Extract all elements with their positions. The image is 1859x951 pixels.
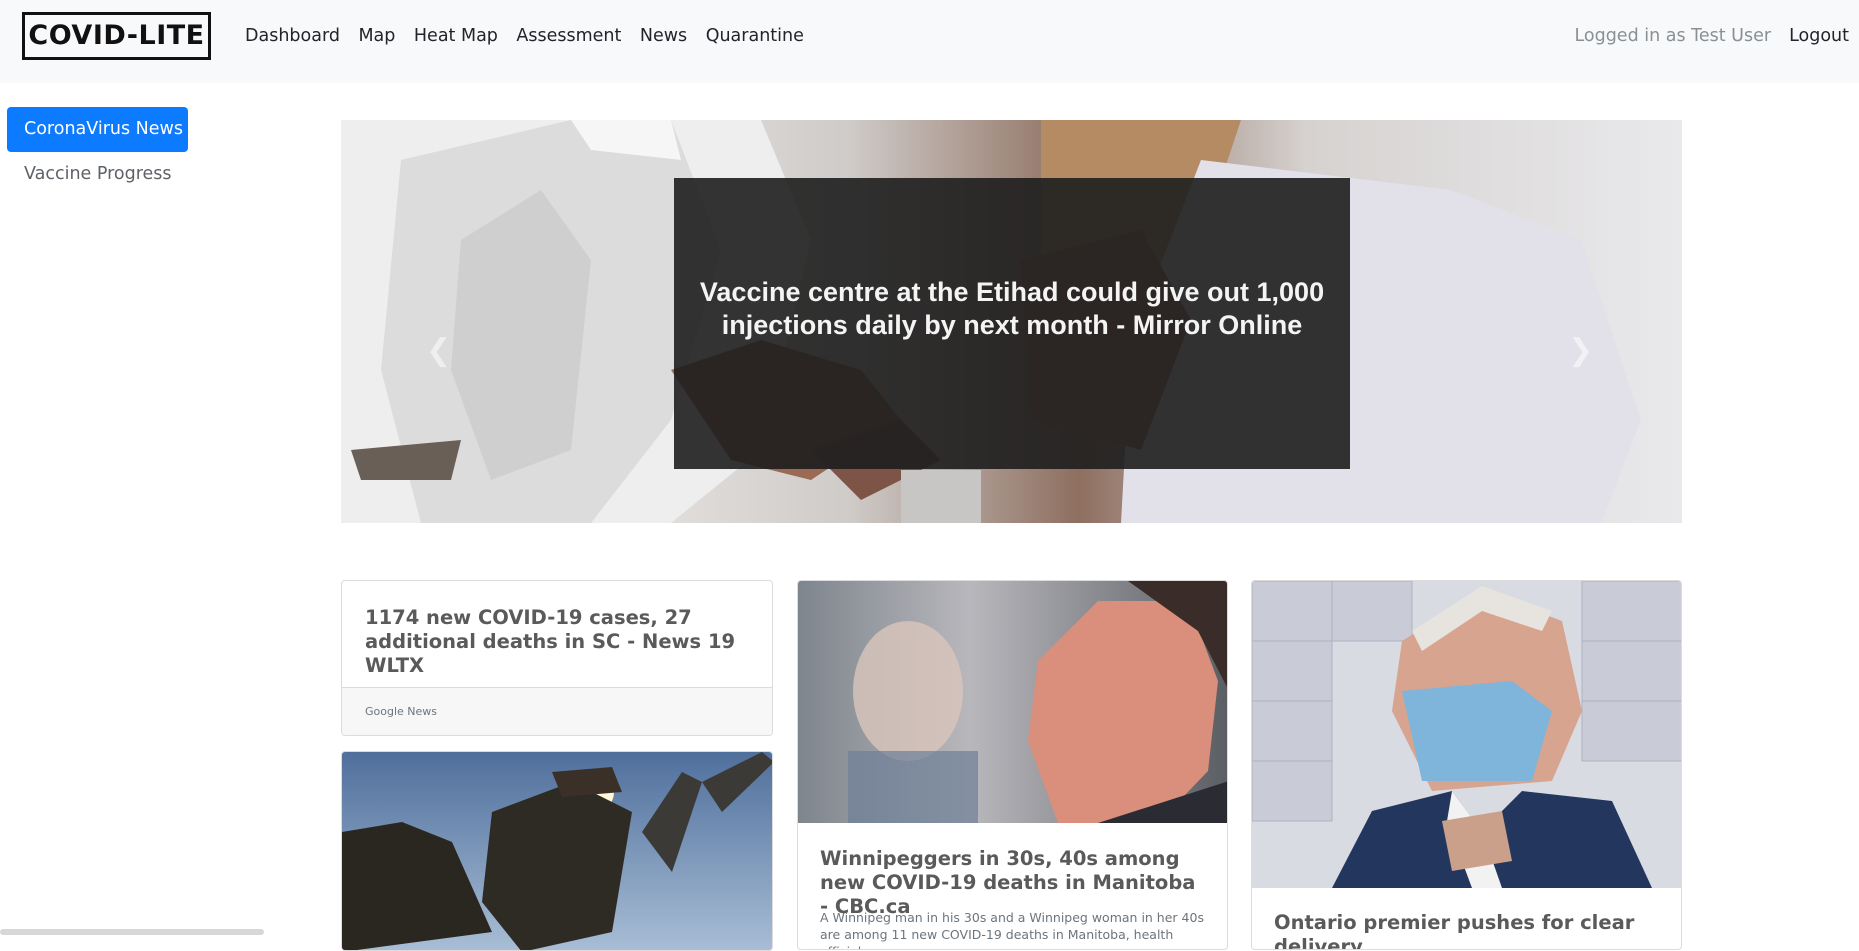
carousel-next-icon[interactable]: ❯ [1568, 336, 1598, 366]
news-card-source: Google News [365, 705, 438, 718]
brand-logo[interactable]: COVID-LITE [22, 12, 211, 60]
news-card-image [342, 752, 772, 950]
news-card-image [798, 581, 1227, 823]
news-card-footer: Google News [342, 687, 772, 735]
nav-link-heat-map[interactable]: Heat Map [414, 26, 498, 46]
logged-in-text: Logged in as Test User [1574, 26, 1772, 46]
news-card-text: A Winnipeg man in his 30s and a Winnipeg… [820, 910, 1204, 949]
news-card[interactable]: 1174 new COVID-19 cases, 27 additional d… [341, 580, 773, 736]
news-card[interactable] [341, 751, 773, 951]
sidebar: CoronaVirus News Vaccine Progress [7, 107, 188, 197]
horizontal-scrollbar[interactable] [0, 929, 264, 935]
nav-links: Dashboard Map Heat Map Assessment News Q… [245, 26, 822, 46]
navbar: COVID-LITE Dashboard Map Heat Map Assess… [0, 0, 1859, 83]
news-card[interactable]: Winnipeggers in 30s, 40s among new COVID… [797, 580, 1228, 950]
nav-link-news[interactable]: News [640, 26, 687, 46]
news-card-title[interactable]: Ontario premier pushes for clear deliver… [1274, 911, 1674, 949]
carousel-caption[interactable]: Vaccine centre at the Etihad could give … [692, 276, 1332, 342]
news-carousel[interactable]: ❮ ❯ Vaccine centre at the Etihad could g… [341, 120, 1682, 523]
sidebar-item-coronavirus-news[interactable]: CoronaVirus News [7, 107, 188, 152]
nav-user-area: Logged in as Test User Logout [1574, 26, 1859, 46]
sidebar-item-vaccine-progress[interactable]: Vaccine Progress [7, 152, 188, 197]
nav-link-map[interactable]: Map [358, 26, 395, 46]
carousel-prev-icon[interactable]: ❮ [426, 336, 456, 366]
logout-link[interactable]: Logout [1789, 26, 1849, 46]
nav-link-assessment[interactable]: Assessment [516, 26, 621, 46]
nav-link-quarantine[interactable]: Quarantine [706, 26, 804, 46]
carousel-caption-box: Vaccine centre at the Etihad could give … [674, 178, 1350, 469]
news-card[interactable]: Ontario premier pushes for clear deliver… [1251, 580, 1682, 950]
nav-link-dashboard[interactable]: Dashboard [245, 26, 340, 46]
news-card-image [1252, 581, 1681, 888]
news-card-title[interactable]: 1174 new COVID-19 cases, 27 additional d… [365, 606, 750, 678]
